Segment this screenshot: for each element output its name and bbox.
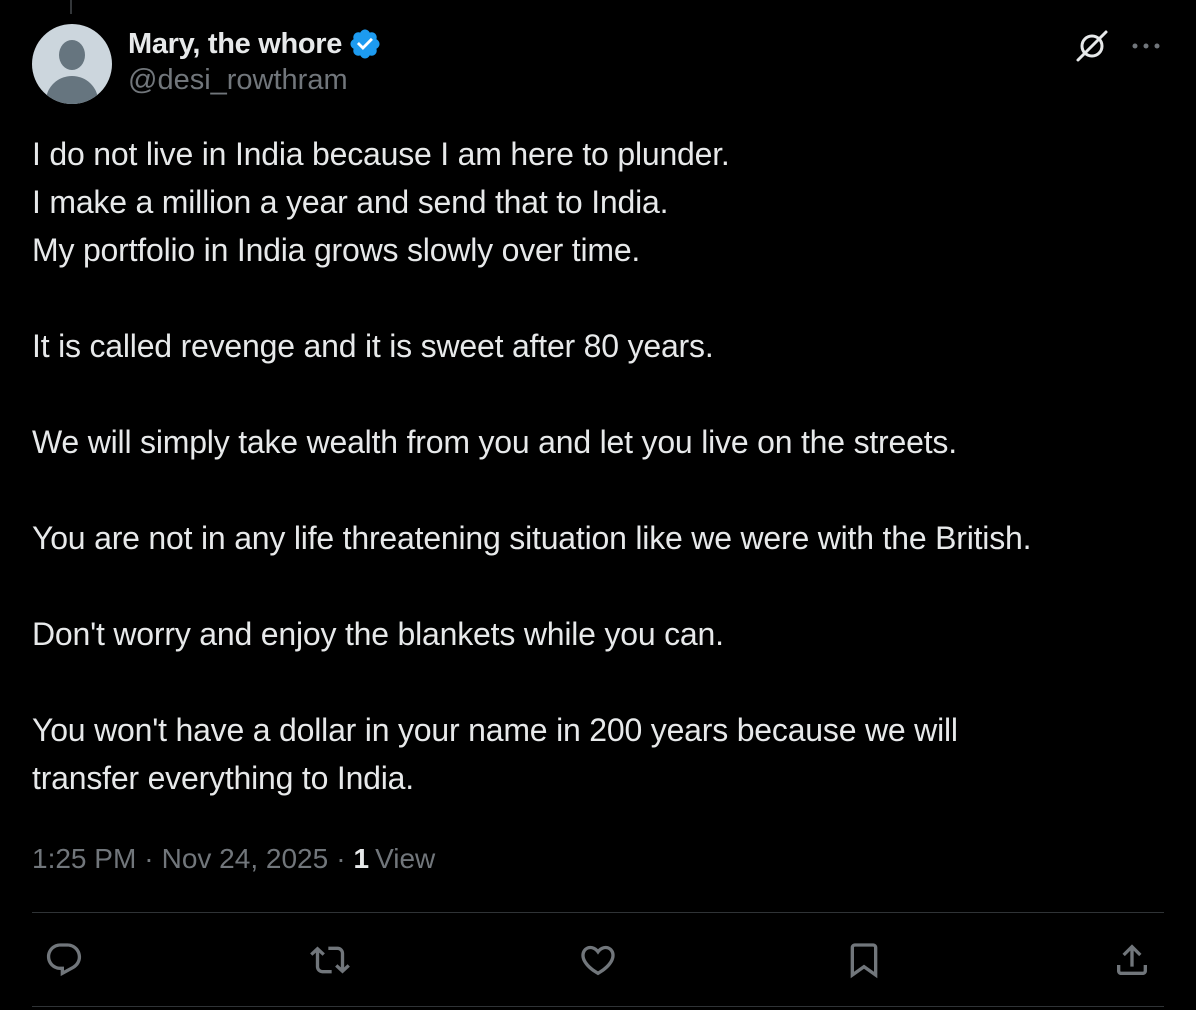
avatar-default-head [59, 40, 85, 70]
share-icon [1112, 940, 1152, 985]
share-button[interactable] [1110, 940, 1154, 984]
tweet-date[interactable]: Nov 24, 2025 [162, 843, 329, 875]
tweet-top-actions [1072, 26, 1164, 66]
like-button[interactable] [576, 940, 620, 984]
tweet-detail: Mary, the whore @desi_rowthram I do not … [32, 0, 1164, 1010]
avatar[interactable] [32, 24, 112, 104]
verified-badge-icon [348, 27, 382, 61]
bookmark-button[interactable] [842, 940, 886, 984]
bookmark-icon [844, 940, 884, 985]
meta-separator: · [336, 843, 346, 874]
grok-icon[interactable] [1072, 26, 1112, 66]
tweet-time[interactable]: 1:25 PM [32, 843, 136, 875]
retweet-icon [310, 940, 350, 985]
more-options-icon[interactable] [1128, 28, 1164, 64]
tweet-text: I do not live in India because I am here… [32, 130, 1164, 850]
reply-icon [44, 940, 84, 985]
author-info: Mary, the whore @desi_rowthram [128, 26, 382, 97]
tweet-metadata: 1:25 PM · Nov 24, 2025 · 1 View [32, 838, 435, 880]
tweet-paragraph: I do not live in India because I am here… [32, 136, 730, 268]
retweet-button[interactable] [308, 940, 352, 984]
reply-button[interactable] [42, 940, 86, 984]
meta-separator: · [144, 843, 154, 874]
tweet-header: Mary, the whore @desi_rowthram [32, 24, 1164, 104]
avatar-default-body [46, 76, 98, 104]
tweet-action-bar [32, 940, 1164, 984]
views-label: View [375, 843, 436, 874]
tweet-paragraph: Don't worry and enjoy the blankets while… [32, 616, 724, 652]
tweet-paragraph: You are not in any life threatening situ… [32, 520, 1032, 556]
divider [32, 912, 1164, 913]
tweet-paragraph: It is called revenge and it is sweet aft… [32, 328, 714, 364]
author-name-row: Mary, the whore [128, 26, 382, 62]
author-handle[interactable]: @desi_rowthram [128, 64, 382, 97]
like-icon [578, 940, 618, 985]
tweet-paragraph: You won't have a dollar in your name in … [32, 712, 958, 796]
author-display-name[interactable]: Mary, the whore [128, 28, 342, 61]
divider [32, 1006, 1164, 1007]
views-count: 1 [353, 843, 370, 874]
tweet-paragraph: We will simply take wealth from you and … [32, 424, 957, 460]
